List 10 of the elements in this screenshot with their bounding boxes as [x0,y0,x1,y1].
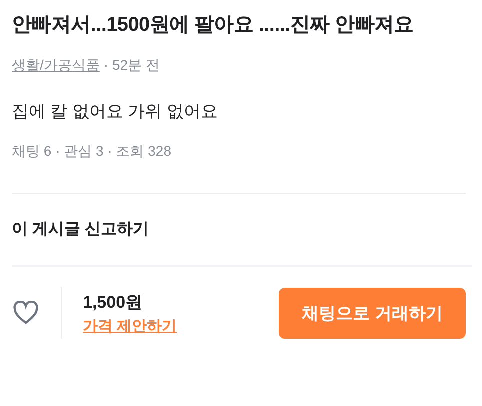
post-description: 집에 칼 없어요 가위 없어요 [12,101,219,123]
price: 1,500원 [83,292,144,314]
chat-trade-button[interactable]: 채팅으로 거래하기 [279,288,466,338]
report-link[interactable]: 이 게시글 신고하기 [12,219,466,240]
post-title: 안빠져서...1500원에 팔아요 ......진짜 안빠져요 [12,13,415,38]
post-stats: 채팅 6 · 관심 3 · 조회 328 [12,143,172,161]
category-link[interactable]: 생활/가공식품 [12,57,100,75]
heart-icon[interactable] [13,301,39,325]
price-offer-link[interactable]: 가격 제안하기 [83,316,178,336]
post-time: · 52분 전 [104,57,160,75]
